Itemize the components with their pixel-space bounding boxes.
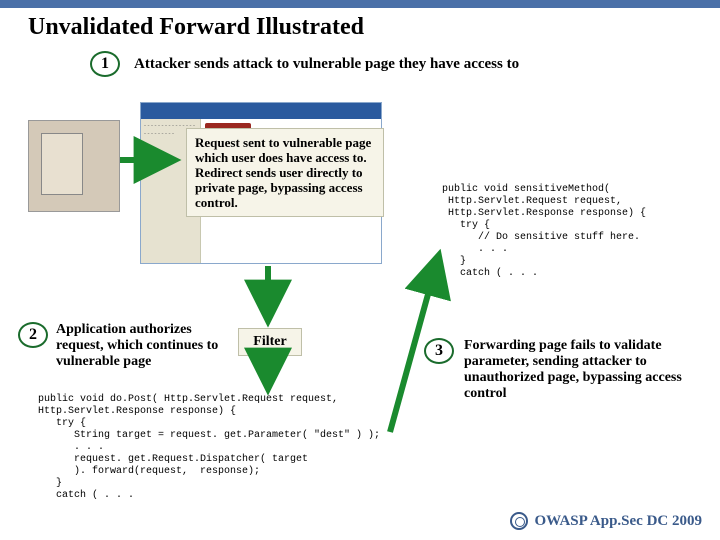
footer-text: OWASP App.Sec DC 2009 — [534, 513, 702, 530]
step-2-row: 2 Application authorizes request, which … — [18, 322, 236, 370]
step-3-label: Forwarding page fails to validate parame… — [464, 338, 704, 402]
top-color-bar — [0, 0, 720, 8]
step-1-label: Attacker sends attack to vulnerable page… — [134, 56, 519, 73]
dopost-code: public void do.Post( Http.Servlet.Reques… — [38, 394, 430, 502]
attacker-image — [28, 120, 120, 212]
step-1-badge: 1 — [90, 51, 120, 77]
sensitive-method-code: public void sensitiveMethod( Http.Servle… — [442, 184, 708, 280]
slide-title: Unvalidated Forward Illustrated — [28, 14, 720, 41]
step-2-badge: 2 — [18, 322, 48, 348]
filter-box: Filter — [238, 328, 302, 356]
browser-titlebar — [141, 103, 381, 119]
slide-footer: OWASP App.Sec DC 2009 — [510, 512, 702, 530]
step-3-badge: 3 — [424, 338, 454, 364]
request-callout: Request sent to vulnerable page which us… — [186, 128, 384, 217]
owasp-logo-icon — [510, 512, 528, 530]
step-2-label: Application authorizes request, which co… — [56, 322, 236, 370]
step-1-row: 1 Attacker sends attack to vulnerable pa… — [90, 51, 720, 77]
filter-label: Filter — [253, 334, 286, 350]
step-3-row: 3 Forwarding page fails to validate para… — [424, 338, 704, 402]
